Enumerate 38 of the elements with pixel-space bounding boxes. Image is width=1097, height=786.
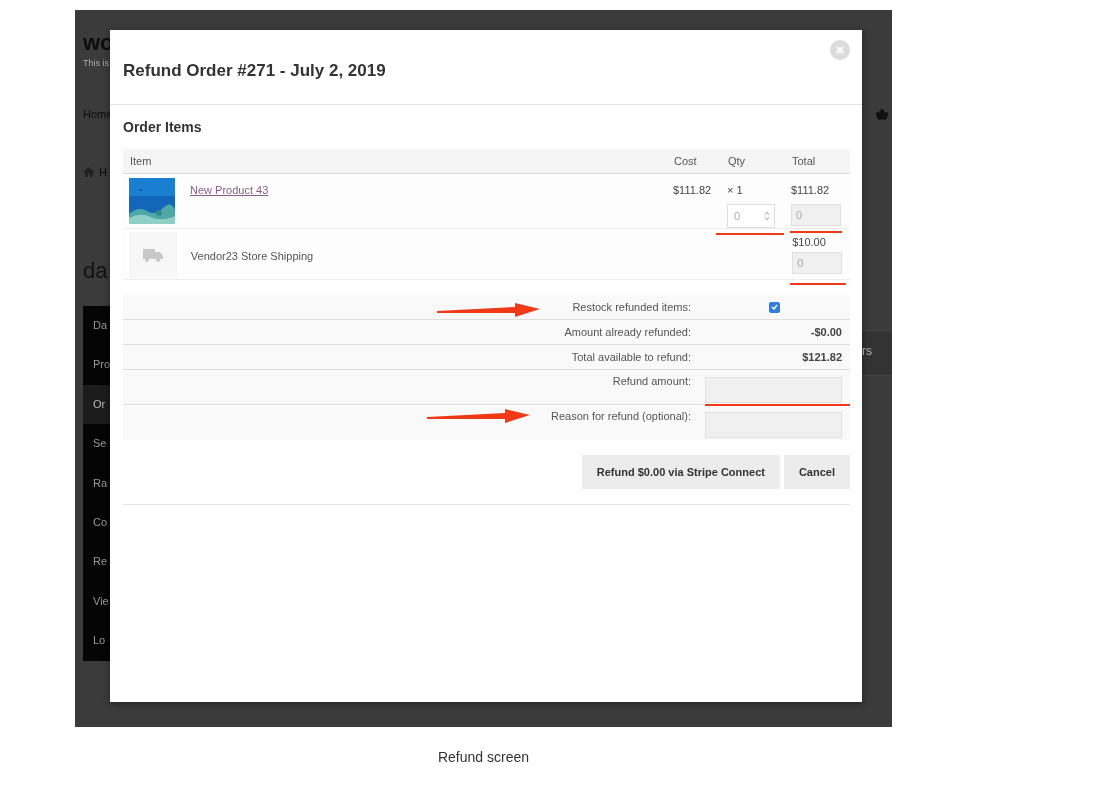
cost-cell-text: $111.82: [673, 183, 713, 198]
quantity-cell-text: × 1: [727, 184, 744, 196]
image-caption: Refund screen: [436, 749, 531, 765]
column-header: Cost: [674, 155, 698, 167]
cancel-button[interactable]: Cancel: [783, 455, 850, 489]
summary-value: $121.82: [802, 351, 842, 363]
stepper-icon[interactable]: [764, 211, 770, 221]
summary-label: Amount already refunded:: [564, 326, 691, 338]
site-tagline: This is: [83, 58, 109, 68]
total-cell-text: $111.82: [791, 184, 831, 196]
summary-value: -$0.00: [810, 326, 842, 338]
summary-label: Restock refunded items:: [572, 301, 691, 313]
panel-text: rs: [862, 344, 872, 358]
summary-label: Reason for refund (optional):: [550, 410, 691, 422]
underline-mark: [716, 233, 784, 235]
section-title: Order Items: [123, 119, 203, 135]
column-header: Total: [792, 155, 817, 167]
total-cell-text: $10.00: [792, 236, 827, 248]
column-header: Qty: [728, 155, 747, 167]
summary-label: Refund amount:: [612, 375, 691, 387]
quantity-input[interactable]: 0: [727, 204, 775, 228]
underline-mark: [790, 283, 846, 285]
total-input[interactable]: 0: [792, 252, 843, 274]
modal-title: Refund Order #271 - July 2, 2019: [123, 61, 386, 81]
truck-icon: [142, 248, 163, 262]
input-field[interactable]: [705, 377, 842, 403]
underline-mark: [790, 231, 842, 233]
product-link[interactable]: New Product 43: [190, 178, 673, 196]
restock-checkbox[interactable]: [769, 301, 780, 313]
home-icon[interactable]: [83, 167, 95, 177]
total-input[interactable]: 0: [791, 204, 841, 226]
column-header: Item: [129, 155, 153, 167]
close-icon[interactable]: [830, 40, 850, 60]
basket-icon[interactable]: [875, 108, 889, 120]
shipping-name: Vendor23 Store Shipping: [190, 249, 315, 262]
input-field[interactable]: [705, 412, 842, 438]
summary-label: Total available to refund:: [571, 351, 691, 363]
refund-button[interactable]: Refund $0.00 via Stripe Connect: [581, 455, 780, 489]
